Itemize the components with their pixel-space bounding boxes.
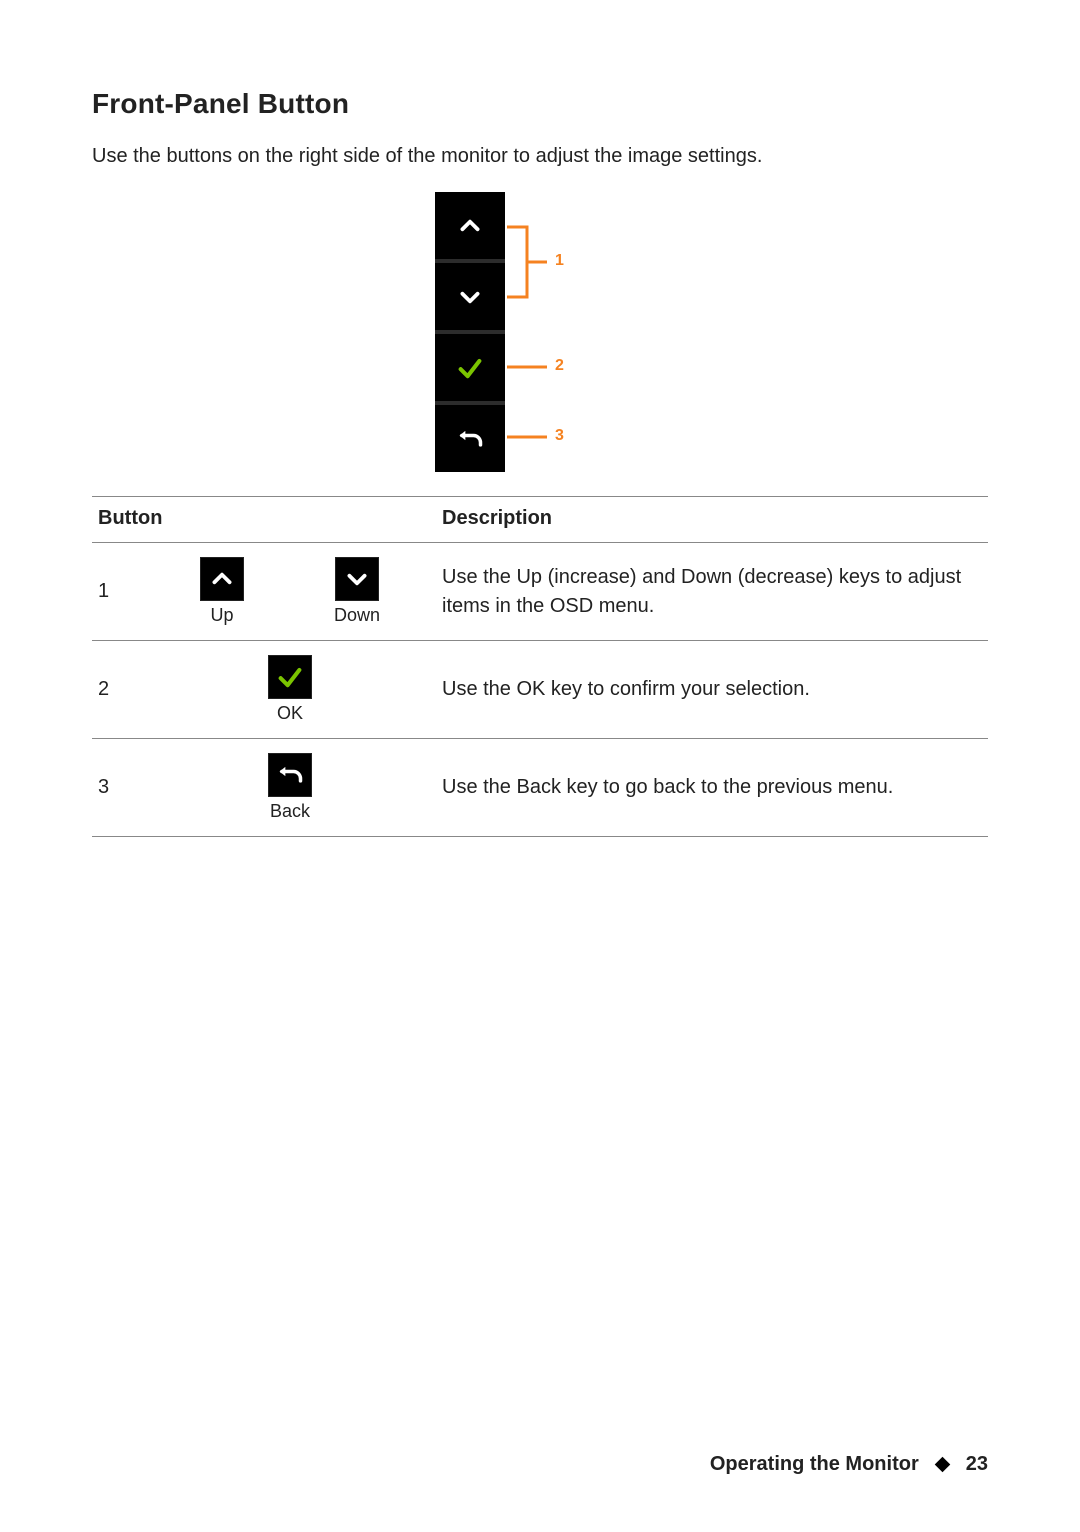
check-icon [456, 354, 484, 382]
row-num: 2 [92, 641, 144, 739]
icon-label: Up [210, 605, 233, 626]
row-desc: Use the Back key to go back to the previ… [436, 739, 988, 837]
row-num: 1 [92, 543, 144, 641]
panel-button-up [435, 192, 505, 261]
up-icon [200, 557, 244, 601]
panel-button-back [435, 403, 505, 472]
header-button: Button [92, 497, 436, 543]
callout-2: 2 [555, 357, 564, 375]
table-row: 2 OK Use the OK key to confirm your sele… [92, 641, 988, 739]
table-row: 1 Up Down [92, 543, 988, 641]
header-description: Description [436, 497, 988, 543]
callout-1: 1 [555, 252, 564, 270]
chevron-down-icon [457, 284, 483, 310]
page-footer: Operating the Monitor 23 [710, 1453, 988, 1476]
footer-section: Operating the Monitor [710, 1453, 919, 1476]
diamond-icon [934, 1457, 950, 1473]
button-table: Button Description 1 Up [92, 496, 988, 837]
callout-3: 3 [555, 427, 564, 445]
chevron-up-icon [457, 213, 483, 239]
return-icon [456, 425, 484, 453]
icon-label: Back [270, 801, 310, 822]
front-panel-diagram: 1 2 3 [435, 192, 645, 472]
icon-label: OK [277, 703, 303, 724]
ok-icon [268, 655, 312, 699]
panel-button-ok [435, 332, 505, 403]
down-icon [335, 557, 379, 601]
panel-button-down [435, 261, 505, 332]
table-row: 3 Back Use [92, 739, 988, 837]
back-icon [268, 753, 312, 797]
row-num: 3 [92, 739, 144, 837]
footer-page-number: 23 [966, 1453, 988, 1476]
intro-text: Use the buttons on the right side of the… [92, 142, 988, 170]
row-desc: Use the Up (increase) and Down (decrease… [436, 543, 988, 641]
row-desc: Use the OK key to confirm your selection… [436, 641, 988, 739]
icon-label: Down [334, 605, 380, 626]
page-heading: Front-Panel Button [92, 88, 988, 120]
